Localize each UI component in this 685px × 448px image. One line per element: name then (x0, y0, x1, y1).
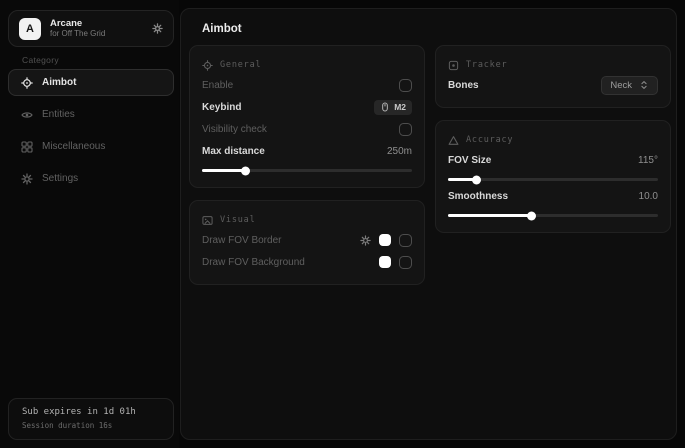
crosshair-icon (202, 60, 213, 71)
smoothness-label: Smoothness (448, 191, 508, 202)
enable-checkbox[interactable] (399, 79, 412, 92)
sidebar-item-miscellaneous[interactable]: Miscellaneous (8, 133, 174, 160)
subscription-card: Sub expires in 1d 01h Session duration 1… (8, 398, 174, 440)
fov-size-slider[interactable] (448, 178, 658, 181)
max-distance-slider[interactable] (202, 169, 412, 172)
unfold-icon (639, 80, 649, 90)
sidebar-item-settings[interactable]: Settings (8, 165, 174, 192)
session-duration-text: Session duration 16s (22, 421, 160, 430)
focus-icon (448, 60, 459, 71)
app-logo: A (19, 18, 41, 40)
row-enable: Enable (202, 74, 412, 96)
page-title: Aimbot (202, 23, 242, 35)
keybind-value: M2 (394, 102, 406, 112)
panel-general-title: General (220, 60, 261, 70)
main-panel: Aimbot General Enable Keybind (180, 8, 677, 440)
sidebar-item-label: Aimbot (42, 77, 76, 88)
row-keybind: Keybind M2 (202, 96, 412, 118)
panel-accuracy-header: Accuracy (448, 131, 658, 149)
app-meta: Arcane for Off The Grid (50, 18, 143, 40)
row-visibility-check: Visibility check (202, 118, 412, 140)
fov-size-slider-thumb[interactable] (472, 175, 481, 184)
row-fov-size: FOV Size 115° (448, 149, 658, 171)
panel-tracker: Tracker Bones Neck (435, 45, 671, 108)
image-icon (202, 215, 213, 226)
max-distance-slider-thumb[interactable] (241, 166, 250, 175)
sidebar-nav: Aimbot Entities Miscellaneous (8, 69, 174, 192)
draw-fov-background-controls (379, 256, 412, 269)
app-logo-letter: A (26, 23, 34, 35)
fov-size-slider-fill (448, 178, 477, 181)
sub-expires-text: Sub expires in 1d 01h (22, 407, 160, 417)
draw-fov-border-checkbox[interactable] (399, 234, 412, 247)
row-smoothness: Smoothness 10.0 (448, 185, 658, 207)
draw-fov-border-controls (360, 234, 412, 247)
bones-selected-value: Neck (610, 80, 632, 91)
panel-visual-header: Visual (202, 211, 412, 229)
app-header-card: A Arcane for Off The Grid (8, 10, 174, 47)
bones-select[interactable]: Neck (601, 76, 658, 95)
visibility-check-label: Visibility check (202, 124, 267, 135)
category-label: Category (22, 55, 59, 65)
sidebar-item-entities[interactable]: Entities (8, 101, 174, 128)
panel-visual: Visual Draw FOV Border Draw FOV Back (189, 200, 425, 285)
eye-icon (21, 109, 33, 121)
panel-tracker-title: Tracker (466, 60, 507, 70)
sidebar-item-label: Entities (42, 109, 75, 120)
max-distance-value: 250m (387, 146, 412, 157)
bones-label: Bones (448, 80, 479, 91)
visibility-check-checkbox[interactable] (399, 123, 412, 136)
row-draw-fov-background: Draw FOV Background (202, 251, 412, 273)
smoothness-slider[interactable] (448, 214, 658, 217)
crosshair-icon (21, 77, 33, 89)
row-draw-fov-border: Draw FOV Border (202, 229, 412, 251)
keybind-button[interactable]: M2 (374, 100, 412, 115)
enable-label: Enable (202, 80, 233, 91)
row-bones: Bones Neck (448, 74, 658, 96)
column-right: Tracker Bones Neck (435, 45, 671, 233)
smoothness-value: 10.0 (639, 191, 658, 202)
gear-icon (21, 173, 33, 185)
smoothness-slider-thumb[interactable] (527, 211, 536, 220)
app-subtitle: for Off The Grid (50, 29, 143, 39)
fov-size-label: FOV Size (448, 155, 491, 166)
max-distance-slider-fill (202, 169, 246, 172)
grid-icon (21, 141, 33, 153)
smoothness-slider-fill (448, 214, 532, 217)
panel-visual-title: Visual (220, 215, 256, 225)
row-max-distance: Max distance 250m (202, 140, 412, 162)
panel-accuracy-title: Accuracy (466, 135, 513, 145)
panel-accuracy: Accuracy FOV Size 115° Smoothness 10.0 (435, 120, 671, 233)
keybind-label: Keybind (202, 102, 241, 113)
gear-icon[interactable] (360, 235, 371, 246)
column-left: General Enable Keybind M2 (189, 45, 425, 285)
mouse-icon (380, 102, 390, 112)
sidebar-item-label: Miscellaneous (42, 141, 105, 152)
triangle-icon (448, 135, 459, 146)
fov-border-color-swatch[interactable] (379, 234, 391, 246)
sidebar-item-aimbot[interactable]: Aimbot (8, 69, 174, 96)
fov-size-value: 115° (638, 155, 658, 166)
draw-fov-background-label: Draw FOV Background (202, 257, 305, 268)
app-name: Arcane (50, 18, 143, 30)
fov-background-color-swatch[interactable] (379, 256, 391, 268)
max-distance-label: Max distance (202, 146, 265, 157)
panel-tracker-header: Tracker (448, 56, 658, 74)
sidebar: A Arcane for Off The Grid Category Aimbo… (0, 0, 179, 448)
panel-general-header: General (202, 56, 412, 74)
sidebar-item-label: Settings (42, 173, 78, 184)
draw-fov-border-label: Draw FOV Border (202, 235, 281, 246)
gear-icon[interactable] (152, 23, 163, 34)
draw-fov-background-checkbox[interactable] (399, 256, 412, 269)
panel-general: General Enable Keybind M2 (189, 45, 425, 188)
